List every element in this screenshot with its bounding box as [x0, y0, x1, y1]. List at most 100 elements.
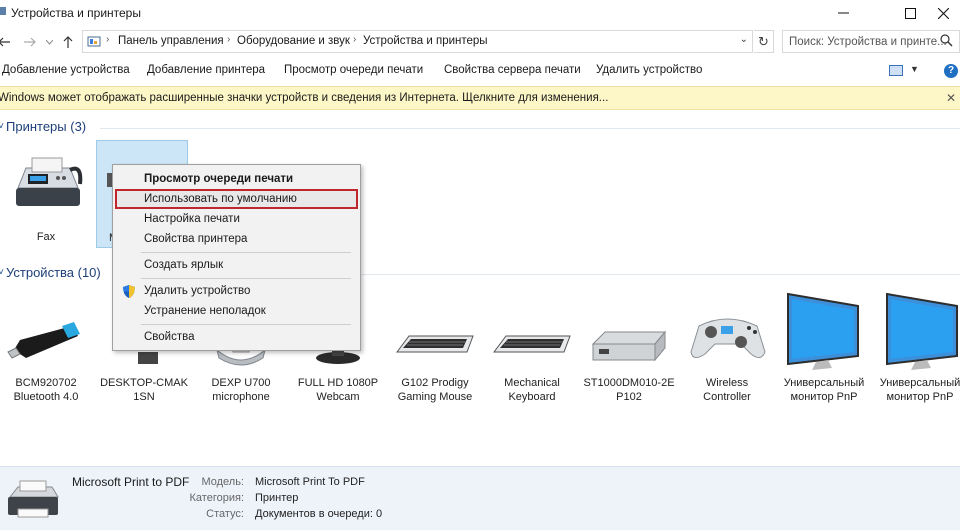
printer-icon: [8, 480, 59, 518]
address-row: › Панель управления › Оборудование и зву…: [0, 30, 960, 54]
device-label: BCM920702 Bluetooth 4.0: [0, 376, 92, 404]
device-label: Mechanical Keyboard: [486, 376, 578, 404]
hard-drive-icon: [591, 330, 667, 362]
chevron-down-icon[interactable]: ˅: [0, 267, 4, 278]
print-queue-button[interactable]: Просмотр очереди печати: [284, 64, 423, 76]
arrow-up-icon: [63, 36, 73, 48]
search-placeholder: Поиск: Устройства и принте...: [789, 36, 947, 48]
device-label-line: Bluetooth 4.0: [13, 391, 79, 403]
minimize-icon: [837, 12, 849, 14]
device-label-line: P102: [616, 391, 642, 403]
printers-group-title: Принтеры (3): [6, 119, 87, 134]
search-icon: [940, 34, 953, 47]
device-label-line: microphone: [212, 391, 270, 403]
context-menu: Просмотр очереди печати Использовать по …: [112, 164, 361, 351]
device-label: G102 Prodigy Gaming Mouse: [389, 376, 481, 404]
search-input[interactable]: Поиск: Устройства и принте...: [782, 30, 960, 53]
breadcrumb-separator: ›: [353, 34, 357, 45]
add-printer-button[interactable]: Добавление принтера: [147, 64, 265, 76]
device-label-line: монитор PnP: [886, 391, 954, 403]
back-button[interactable]: [0, 33, 12, 51]
info-bar-text[interactable]: Windows может отображать расширенные зна…: [0, 92, 608, 104]
info-bar[interactable]: Windows может отображать расширенные зна…: [0, 86, 960, 110]
menu-separator: [141, 324, 351, 325]
recent-dropdown[interactable]: [44, 33, 54, 51]
chevron-down-icon[interactable]: ˅: [0, 121, 4, 132]
arrow-left-icon: [0, 37, 10, 47]
menu-separator: [141, 252, 351, 253]
breadcrumb-control-panel[interactable]: Панель управления: [118, 35, 224, 47]
device-label: FULL HD 1080P Webcam: [292, 376, 384, 404]
device-label-line: DEXP U700: [211, 377, 271, 389]
model-value: Microsoft Print To PDF: [255, 476, 365, 488]
category-value: Принтер: [255, 492, 299, 504]
device-label-line: Gaming Mouse: [397, 391, 473, 403]
close-button[interactable]: [920, 0, 960, 26]
command-bar: Добавление устройства Добавление принтер…: [0, 58, 960, 84]
device-label: Fax: [36, 231, 56, 243]
chevron-down-icon: [45, 39, 53, 45]
device-monitor-1[interactable]: Универсальный монитор PnP: [778, 290, 870, 404]
view-options-icon[interactable]: [889, 65, 903, 76]
shield-icon: [123, 285, 135, 298]
menu-separator: [141, 278, 351, 279]
device-label-line: Keyboard: [508, 391, 556, 403]
menu-item-create-shortcut[interactable]: Создать ярлык: [113, 255, 360, 275]
device-mechanical-keyboard[interactable]: Mechanical Keyboard: [486, 296, 578, 404]
menu-item-troubleshoot[interactable]: Устранение неполадок: [113, 301, 360, 321]
address-dropdown-icon[interactable]: ⌄: [740, 34, 748, 45]
device-fax[interactable]: Fax: [0, 144, 92, 244]
close-icon[interactable]: ✕: [946, 91, 956, 105]
device-label-line: Универсальный: [783, 377, 865, 389]
device-hard-drive[interactable]: ST1000DM010-2E P102: [583, 296, 675, 404]
model-label: Модель:: [201, 476, 244, 488]
device-wireless-controller[interactable]: Wireless Controller: [681, 296, 773, 404]
menu-item-label: Удалить устройство: [144, 285, 251, 297]
status-value: Документов в очереди: 0: [255, 508, 383, 520]
print-server-properties-button[interactable]: Свойства сервера печати: [444, 64, 581, 76]
device-gaming-mouse[interactable]: G102 Prodigy Gaming Mouse: [389, 296, 481, 404]
menu-item-set-default[interactable]: Использовать по умолчанию: [115, 189, 358, 209]
keyboard-icon: [493, 335, 571, 353]
device-label: ST1000DM010-2E P102: [583, 376, 675, 404]
breadcrumb-hardware[interactable]: Оборудование и звук: [237, 35, 350, 47]
status-label: Статус:: [206, 508, 244, 520]
device-label-line: Webcam: [316, 391, 360, 403]
device-monitor-2[interactable]: Универсальный монитор PnP: [874, 290, 960, 404]
up-button[interactable]: [60, 33, 76, 51]
forward-button[interactable]: [22, 33, 38, 51]
menu-item-print-settings[interactable]: Настройка печати: [113, 209, 360, 229]
device-label-line: Wireless: [705, 377, 749, 389]
device-label-line: DESKTOP-CMAK: [100, 377, 188, 389]
device-label: DEXP U700 microphone: [195, 376, 287, 404]
printers-group-header[interactable]: ˅ Принтеры (3): [0, 119, 960, 139]
details-pane: Microsoft Print to PDF Модель: Microsoft…: [0, 466, 960, 530]
maximize-icon: [904, 7, 916, 19]
control-panel-icon: [87, 36, 101, 47]
title-bar: Устройства и принтеры: [0, 0, 960, 26]
devices-group-title: Устройства (10): [6, 265, 101, 280]
add-device-button[interactable]: Добавление устройства: [2, 64, 130, 76]
view-dropdown-icon[interactable]: ▼: [910, 64, 919, 74]
device-label: Wireless Controller: [681, 376, 773, 404]
menu-item-printer-properties[interactable]: Свойства принтера: [113, 229, 360, 249]
window-title: Устройства и принтеры: [11, 6, 141, 20]
help-icon[interactable]: ?: [944, 64, 958, 78]
address-bar[interactable]: › Панель управления › Оборудование и зву…: [82, 30, 753, 53]
breadcrumb-devices[interactable]: Устройства и принтеры: [363, 35, 488, 47]
device-label-line: Controller: [703, 391, 751, 403]
menu-item-remove-device[interactable]: Удалить устройство: [113, 281, 360, 301]
device-label-line: BCM920702: [15, 377, 77, 389]
devices-printers-icon: [0, 7, 6, 15]
remove-device-button[interactable]: Удалить устройство: [596, 64, 702, 76]
menu-item-print-queue[interactable]: Просмотр очереди печати: [113, 169, 360, 189]
device-label: DESKTOP-CMAK 1SN: [98, 376, 190, 404]
minimize-button[interactable]: [820, 0, 866, 26]
refresh-button[interactable]: ↻: [754, 30, 774, 53]
device-label-line: G102 Prodigy: [401, 377, 469, 389]
device-bluetooth-adapter[interactable]: BCM920702 Bluetooth 4.0: [0, 296, 92, 404]
category-label: Категория:: [189, 492, 244, 504]
close-icon: [937, 7, 949, 19]
menu-item-properties[interactable]: Свойства: [113, 327, 360, 347]
monitor-icon: [886, 292, 958, 370]
